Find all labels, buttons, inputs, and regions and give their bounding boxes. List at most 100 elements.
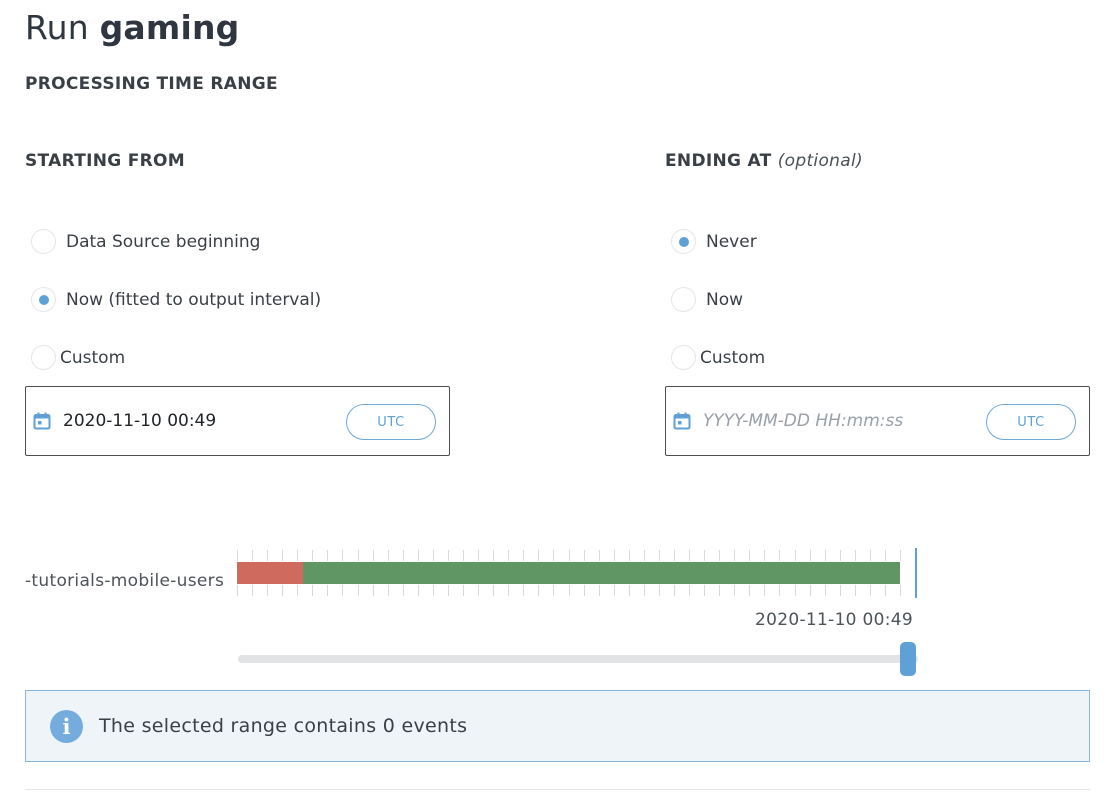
- timeline-tick: [644, 550, 645, 561]
- radio-label: Never: [706, 231, 757, 252]
- timeline-tick: [478, 550, 479, 561]
- timeline-tick: [463, 550, 464, 561]
- timeline-tick: [448, 585, 449, 596]
- timeline-tick: [493, 585, 494, 596]
- radio-dot: [38, 294, 49, 305]
- end-utc-button[interactable]: UTC: [986, 404, 1076, 440]
- start-option-custom[interactable]: Custom: [31, 345, 125, 370]
- timeline-tick: [885, 585, 886, 596]
- timeline-tick: [358, 585, 359, 596]
- timeline-tick: [825, 550, 826, 561]
- timeline-tick: [478, 585, 479, 596]
- info-banner: i The selected range contains 0 events: [25, 690, 1090, 762]
- timeline-tick: [418, 585, 419, 596]
- run-page: Run gaming PROCESSING TIME RANGE STARTIN…: [0, 0, 1118, 792]
- timeline-tick: [689, 550, 690, 561]
- timeline-tick: [267, 585, 268, 596]
- timeline-tick: [463, 585, 464, 596]
- timeline-tick: [388, 585, 389, 596]
- timeline-tick: [719, 585, 720, 596]
- timeline-tick: [252, 550, 253, 561]
- data-source-label: -tutorials-mobile-users: [25, 571, 225, 591]
- timeline-tick: [553, 550, 554, 561]
- radio-button-selected[interactable]: [31, 287, 56, 312]
- timeline-tick: [297, 550, 298, 561]
- timeline-tick: [764, 550, 765, 561]
- start-option-data-source-beginning[interactable]: Data Source beginning: [31, 229, 260, 254]
- radio-button[interactable]: [31, 229, 56, 254]
- timeline-tick: [674, 585, 675, 596]
- timeline-tick: [403, 585, 404, 596]
- radio-button[interactable]: [31, 345, 56, 370]
- end-option-never[interactable]: Never: [671, 229, 757, 254]
- radio-label: Now (fitted to output interval): [66, 289, 322, 310]
- starting-from-heading: STARTING FROM: [25, 151, 185, 171]
- timeline-tick: [448, 550, 449, 561]
- timeline-tick: [795, 550, 796, 561]
- timeline-tick: [538, 585, 539, 596]
- title-prefix: Run: [25, 8, 100, 47]
- radio-button[interactable]: [671, 345, 696, 370]
- end-date-field: UTC: [665, 386, 1090, 456]
- radio-label: Custom: [60, 347, 126, 368]
- timeline-tick: [508, 585, 509, 596]
- end-date-input[interactable]: [703, 411, 973, 431]
- timeline-tick: [795, 585, 796, 596]
- timeline-tick: [629, 550, 630, 561]
- timeline-tick: [358, 550, 359, 561]
- start-date-input[interactable]: [63, 411, 333, 431]
- timeline-end-marker: [915, 548, 917, 598]
- timeline-tick: [900, 550, 901, 561]
- timeline-tick: [342, 585, 343, 596]
- radio-button-selected[interactable]: [671, 229, 696, 254]
- timeline-tick: [327, 550, 328, 561]
- timeline-tick: [508, 550, 509, 561]
- radio-label: Custom: [700, 347, 766, 368]
- title-name: gaming: [99, 8, 240, 47]
- timeline-tick: [810, 585, 811, 596]
- radio-button[interactable]: [671, 287, 696, 312]
- timeline-tick: [342, 550, 343, 561]
- calendar-icon: [33, 412, 51, 430]
- timeline-tick: [373, 550, 374, 561]
- timeline-tick: [523, 585, 524, 596]
- timeline-tick: [659, 585, 660, 596]
- range-slider-handle[interactable]: [900, 642, 916, 676]
- timeline-bar-out-of-range: [237, 562, 303, 584]
- ending-at-label: ENDING AT: [665, 151, 772, 171]
- range-slider-track[interactable]: [238, 655, 918, 663]
- timeline-tick: [734, 550, 735, 561]
- timeline-tick: [734, 585, 735, 596]
- page-title: Run gaming: [25, 6, 239, 50]
- timeline-tick: [237, 585, 238, 596]
- radio-label: Data Source beginning: [66, 231, 261, 252]
- divider: [25, 789, 1090, 790]
- timeline-tick: [900, 585, 901, 596]
- timeline-tick: [373, 585, 374, 596]
- timeline-tick: [569, 585, 570, 596]
- timeline-tick: [584, 550, 585, 561]
- timeline-tick: [252, 585, 253, 596]
- timeline-tick: [312, 585, 313, 596]
- end-option-custom[interactable]: Custom: [671, 345, 765, 370]
- info-icon: i: [50, 709, 83, 743]
- timeline: [237, 548, 927, 598]
- timeline-time-label: 2020-11-10 00:49: [755, 610, 913, 630]
- timeline-bar-in-range: [303, 562, 900, 584]
- radio-dot: [678, 236, 689, 247]
- timeline-tick: [312, 550, 313, 561]
- ending-at-heading: ENDING AT (optional): [665, 151, 863, 171]
- timeline-tick: [764, 585, 765, 596]
- timeline-tick: [553, 585, 554, 596]
- timeline-tick: [629, 585, 630, 596]
- end-option-now[interactable]: Now: [671, 287, 743, 312]
- timeline-tick: [659, 550, 660, 561]
- start-date-field: UTC: [25, 386, 450, 456]
- timeline-tick: [885, 550, 886, 561]
- timeline-tick: [282, 550, 283, 561]
- timeline-tick: [388, 550, 389, 561]
- start-option-now[interactable]: Now (fitted to output interval): [31, 287, 321, 312]
- timeline-tick: [433, 550, 434, 561]
- start-utc-button[interactable]: UTC: [346, 404, 436, 440]
- timeline-tick: [614, 550, 615, 561]
